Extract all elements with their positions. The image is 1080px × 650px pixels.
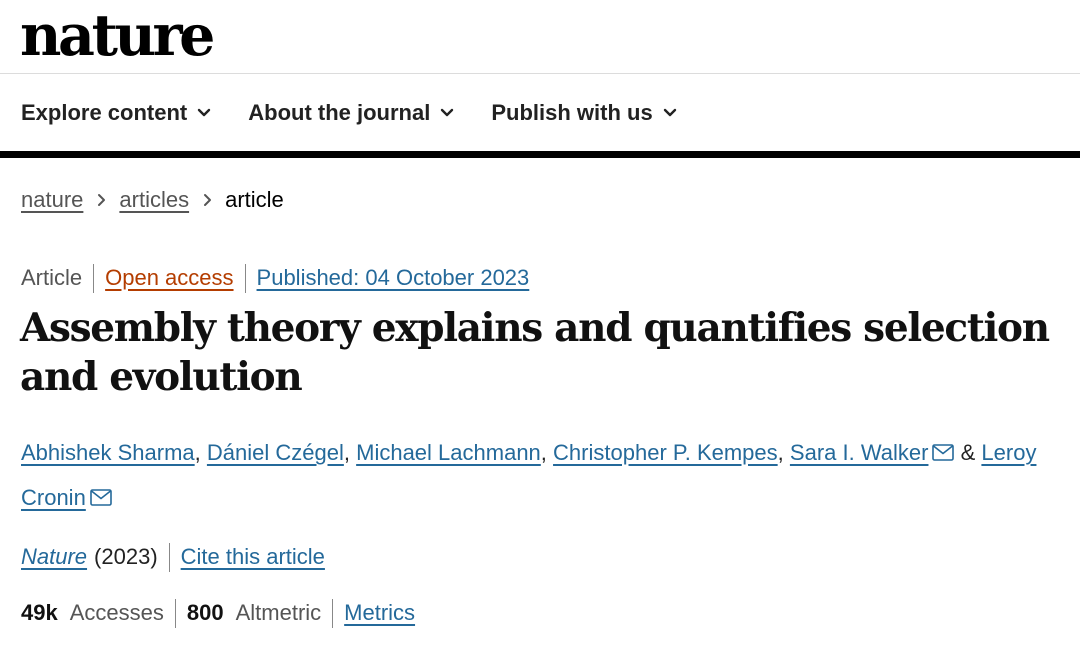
citation-row: Nature (2023) Cite this article (21, 542, 325, 572)
author-link[interactable]: Abhishek Sharma (21, 440, 195, 465)
accesses-count: 49k (21, 600, 58, 625)
open-access-link[interactable]: Open access (105, 265, 233, 291)
author-separator: , (194, 440, 201, 465)
nav-divider (0, 151, 1080, 158)
nav-explore-content[interactable]: Explore content (21, 100, 211, 126)
nav-about-journal[interactable]: About the journal (248, 100, 454, 126)
meta-separator (244, 263, 246, 293)
article-title: Assembly theory explains and quantifies … (20, 305, 1050, 400)
metrics-row: 49k Accesses 800 Altmetric Metrics (21, 598, 415, 628)
author-link[interactable]: Michael Lachmann (356, 440, 541, 465)
author-link[interactable]: Sara I. Walker (790, 440, 929, 465)
citation-separator (168, 542, 170, 572)
metrics-separator (332, 598, 334, 628)
author-link[interactable]: Christopher P. Kempes (553, 440, 778, 465)
breadcrumb-link-nature[interactable]: nature (21, 187, 83, 213)
nav-publish-with-us[interactable]: Publish with us (491, 100, 676, 126)
breadcrumb: nature articles article (21, 185, 284, 215)
chevron-down-icon (197, 108, 211, 118)
altmetric-label: Altmetric (235, 600, 322, 625)
published-date-link[interactable]: Published: 04 October 2023 (257, 265, 530, 291)
author-conjunction: & (960, 440, 976, 465)
author-separator: , (343, 440, 350, 465)
chevron-right-icon (96, 193, 106, 207)
meta-separator (93, 263, 95, 293)
nav-about-journal-label: About the journal (248, 100, 431, 125)
metrics-link[interactable]: Metrics (344, 600, 415, 626)
author-link[interactable]: Dániel Czégel (207, 440, 344, 465)
article-type: Article (21, 265, 83, 290)
journal-link[interactable]: Nature (21, 544, 87, 570)
chevron-down-icon (663, 108, 677, 118)
envelope-icon[interactable] (932, 432, 955, 476)
chevron-right-icon (202, 193, 212, 207)
article-meta: Article Open access Published: 04 Octobe… (21, 263, 529, 293)
nav-publish-with-us-label: Publish with us (491, 100, 653, 125)
nav-explore-content-label: Explore content (21, 100, 188, 125)
chevron-down-icon (440, 108, 454, 118)
breadcrumb-current: article (225, 187, 284, 212)
breadcrumb-link-articles[interactable]: articles (119, 187, 189, 213)
author-separator: , (777, 440, 784, 465)
citation-year: (2023) (94, 544, 158, 569)
envelope-icon[interactable] (90, 477, 112, 521)
cite-this-article-link[interactable]: Cite this article (181, 544, 325, 570)
accesses-label: Accesses (69, 600, 164, 625)
main-nav: Explore content About the journal Publis… (21, 97, 714, 129)
site-logo[interactable]: nature (20, 0, 215, 72)
altmetric-count: 800 (186, 600, 224, 625)
author-list: Abhishek Sharma, Dániel Czégel, Michael … (21, 431, 1061, 521)
author-separator: , (540, 440, 547, 465)
metrics-separator (174, 598, 176, 628)
header-divider (0, 73, 1080, 74)
